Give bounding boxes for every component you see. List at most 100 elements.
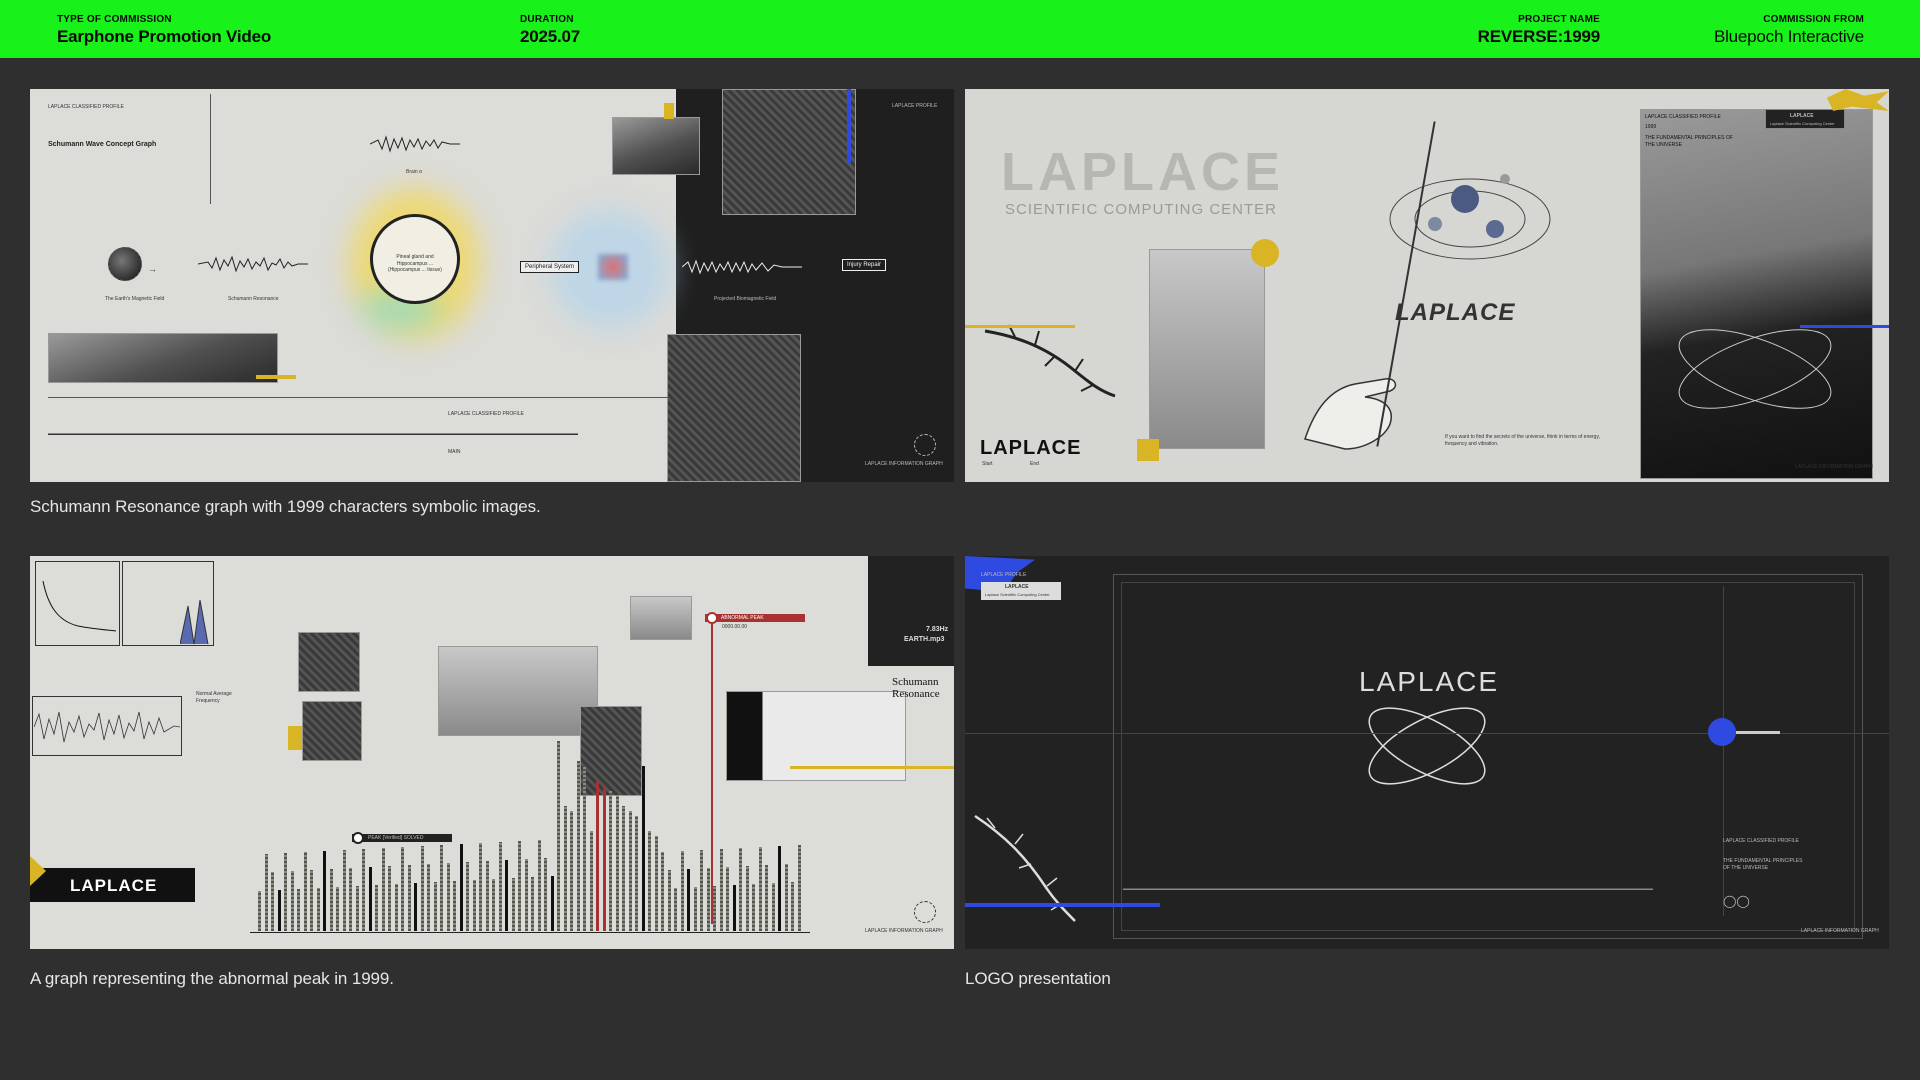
center-logo: LAPLACE <box>1359 666 1500 697</box>
decor-bar <box>654 836 658 931</box>
decor-bar <box>511 878 515 931</box>
smoke-photo <box>438 646 598 736</box>
slider-line <box>1736 731 1780 734</box>
decor-bar <box>674 888 677 931</box>
decor-bar <box>284 853 287 931</box>
decor-bar <box>771 883 775 931</box>
duration-label: DURATION <box>520 14 574 25</box>
decor-bar <box>355 886 359 931</box>
decor-bar <box>589 831 593 931</box>
tool-photo <box>298 632 360 692</box>
decor-bar <box>765 865 768 931</box>
decor-bar <box>784 864 788 931</box>
wave-icon <box>198 255 308 273</box>
decor-bar <box>258 891 261 931</box>
decor-bar <box>329 869 333 931</box>
decor-bar <box>739 848 742 931</box>
yellow-block <box>664 103 674 119</box>
decor-bar <box>635 816 638 931</box>
decor-bar <box>524 859 528 931</box>
decor-bar <box>557 741 560 931</box>
decor-bar <box>563 806 567 931</box>
body-text: ▬▬▬▬▬▬▬▬▬▬▬▬▬▬▬▬▬▬▬▬▬▬▬▬▬▬▬▬▬▬▬▬▬▬▬▬▬▬▬▬… <box>48 431 578 437</box>
repair-glow <box>598 254 628 280</box>
yellow-line <box>965 325 1075 328</box>
guide-line <box>210 94 211 204</box>
decor-bar <box>732 885 736 931</box>
decor-bar <box>277 890 281 931</box>
commission-type-value: Earphone Promotion Video <box>57 27 272 46</box>
laplace-emblem: LAPLACE <box>1395 299 1516 326</box>
worker-photo <box>302 701 362 761</box>
divider <box>48 397 668 398</box>
caption-4: LOGO presentation <box>965 969 1111 988</box>
classified-label: LAPLACE CLASSIFIED PROFILE <box>1645 114 1721 120</box>
main-label: MAIN <box>448 449 461 455</box>
decor-bar <box>368 867 372 931</box>
principles-label: THE FUNDAMENTAL PRINCIPLES OF THE UNIVER… <box>1723 858 1803 871</box>
decor-bar <box>628 811 632 931</box>
duration-field: DURATION 2025.07 <box>520 14 580 47</box>
laplace-badge: LAPLACE Laplace Scientific Computing Cen… <box>1765 109 1845 129</box>
decor-bar <box>414 883 417 931</box>
decor-bar <box>609 791 612 931</box>
hand-icon <box>1304 378 1397 450</box>
decor-bar <box>362 849 365 931</box>
decor-bar <box>680 851 684 931</box>
yellow-splash <box>1827 89 1889 111</box>
decor-bar <box>472 880 476 931</box>
decor-bar <box>570 811 573 931</box>
solved-marker <box>352 832 364 844</box>
profile-label: LAPLACE PROFILE <box>981 572 1027 578</box>
decor-bar <box>583 766 586 931</box>
orbit-logo-icon <box>1368 707 1486 785</box>
decor-bar <box>687 869 690 931</box>
decor-bar <box>297 889 300 931</box>
freq-label: 7.83Hz <box>926 626 949 633</box>
decor-bar <box>479 843 482 931</box>
project-name-value: REVERSE:1999 <box>1477 27 1601 46</box>
commission-from-value: Bluepoch Interactive <box>1713 27 1864 46</box>
decor-bar <box>290 871 294 931</box>
decor-bar <box>648 831 651 931</box>
yellow-square <box>1137 439 1159 461</box>
panel-logo-presentation: LAPLACE LAPLACE PROFILE LAPLACE Laplace … <box>965 556 1889 949</box>
decor-bar <box>661 852 664 931</box>
peak-banner: ABNORMAL PEAK <box>705 614 805 622</box>
badge-label: LAPLACE <box>1005 584 1029 590</box>
decor-bar <box>498 842 502 931</box>
header-bar: TYPE OF COMMISSION Earphone Promotion Vi… <box>0 0 1920 58</box>
decor-bar <box>544 858 547 931</box>
decor-bar <box>726 867 729 931</box>
decor-bar <box>264 854 268 931</box>
peak-line <box>711 624 713 924</box>
laplace-wordmark: LAPLACE <box>70 876 158 895</box>
decor-bar <box>485 861 489 931</box>
caption-3: A graph representing the abnormal peak i… <box>30 969 394 988</box>
resonance-label: Schumann Resonance <box>228 296 279 302</box>
peak-value: 0000.00.00 <box>722 624 748 630</box>
decor-bar <box>271 872 274 931</box>
earth-label: The Earth's Magnetic Field <box>105 296 165 302</box>
arrow-icon: → <box>148 264 157 274</box>
caption-1: Schumann Resonance graph with 1999 chara… <box>30 497 541 516</box>
decor-bar <box>433 882 437 931</box>
decor-bar <box>466 862 469 931</box>
laplace-wordmark: LAPLACE <box>980 437 1082 459</box>
decor-bar <box>401 847 404 931</box>
logo-strip: LAPLACE <box>30 868 195 902</box>
decor-bar <box>388 866 391 931</box>
decor-bar <box>505 860 508 931</box>
graph-title: Schumann Wave Concept Graph <box>48 141 157 148</box>
pineal-label: Pineal gland and Hippocampus ... (Hippoc… <box>388 254 442 273</box>
compass-icon <box>914 434 936 456</box>
big-logo: LAPLACE <box>1001 142 1284 202</box>
decor-bar <box>550 876 554 931</box>
decor-bar <box>459 844 463 931</box>
decor-bar <box>713 886 716 931</box>
panel-abnormal-peak: Normal Average Frequency ABNORMAL PEAK 0… <box>30 556 954 949</box>
profile-label: LAPLACE PROFILE <box>892 103 938 109</box>
decor-bar <box>427 864 430 931</box>
monitor-photo <box>667 334 801 482</box>
badge-subtitle: Laplace Scientific Computing Center <box>985 592 1050 597</box>
